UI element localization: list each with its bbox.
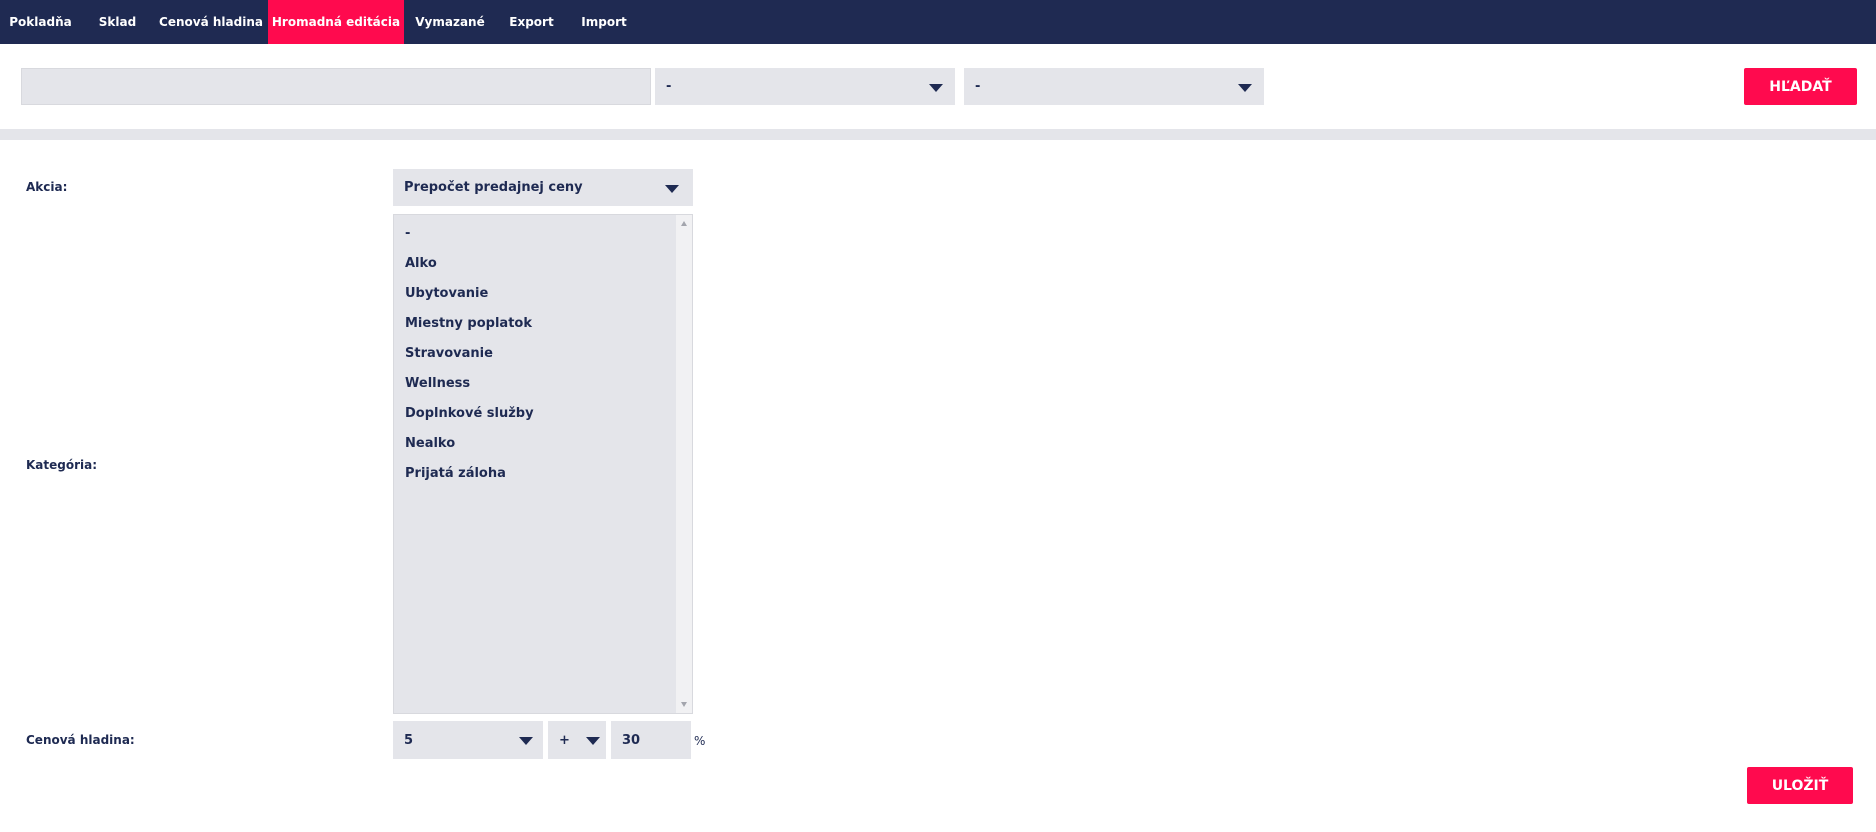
action-select-value: Prepočet predajnej ceny <box>404 180 583 195</box>
chevron-down-icon <box>519 737 533 745</box>
list-item[interactable]: Stravovanie <box>394 339 676 369</box>
scroll-up-icon[interactable] <box>681 221 687 226</box>
top-navigation: Pokladňa Sklad Cenová hladina Hromadná e… <box>0 0 1876 44</box>
list-item[interactable]: Doplnkové služby <box>394 399 676 429</box>
search-input[interactable] <box>22 69 650 104</box>
action-select[interactable]: Prepočet predajnej ceny <box>393 169 693 206</box>
price-level-label: Cenová hladina: <box>26 733 135 747</box>
list-item[interactable]: Alko <box>394 249 676 279</box>
list-item[interactable]: Ubytovanie <box>394 279 676 309</box>
category-list: - Alko Ubytovanie Miestny poplatok Strav… <box>394 215 676 713</box>
chevron-down-icon <box>1238 83 1252 92</box>
filter-select-1[interactable]: - <box>655 68 955 105</box>
chevron-down-icon <box>665 184 679 193</box>
category-listbox[interactable]: - Alko Ubytovanie Miestny poplatok Strav… <box>393 214 693 714</box>
amount-field[interactable] <box>611 721 691 759</box>
search-button[interactable]: HĽADAŤ <box>1744 68 1857 105</box>
listbox-scrollbar[interactable] <box>676 215 692 713</box>
filter-select-1-value: - <box>666 79 672 94</box>
search-field[interactable] <box>21 68 651 105</box>
list-item[interactable]: Wellness <box>394 369 676 399</box>
amount-input[interactable] <box>611 721 691 759</box>
list-item[interactable]: - <box>394 219 676 249</box>
nav-tab-pokladna[interactable]: Pokladňa <box>0 0 81 44</box>
list-item[interactable]: Nealko <box>394 429 676 459</box>
list-item[interactable]: Prijatá záloha <box>394 459 676 489</box>
nav-tab-cenova-hladina[interactable]: Cenová hladina <box>154 0 268 44</box>
nav-tab-hromadna-editacia[interactable]: Hromadná editácia <box>268 0 404 44</box>
nav-tab-import[interactable]: Import <box>567 0 641 44</box>
category-label: Kategória: <box>26 458 98 472</box>
save-button[interactable]: ULOŽIŤ <box>1747 767 1853 804</box>
list-item[interactable]: Miestny poplatok <box>394 309 676 339</box>
operator-select-value: + <box>559 732 570 748</box>
section-divider <box>0 129 1876 140</box>
price-level-select[interactable]: 5 <box>393 721 543 759</box>
nav-tab-vymazane[interactable]: Vymazané <box>404 0 496 44</box>
operator-select[interactable]: + <box>548 721 606 759</box>
filter-select-2[interactable]: - <box>964 68 1264 105</box>
nav-tab-export[interactable]: Export <box>496 0 567 44</box>
action-label: Akcia: <box>26 180 68 194</box>
scroll-down-icon[interactable] <box>681 702 687 707</box>
chevron-down-icon <box>586 737 600 745</box>
nav-tab-sklad[interactable]: Sklad <box>81 0 154 44</box>
percent-unit: % <box>694 734 706 748</box>
price-level-select-value: 5 <box>404 732 414 748</box>
chevron-down-icon <box>929 83 943 92</box>
filter-select-2-value: - <box>975 79 981 94</box>
